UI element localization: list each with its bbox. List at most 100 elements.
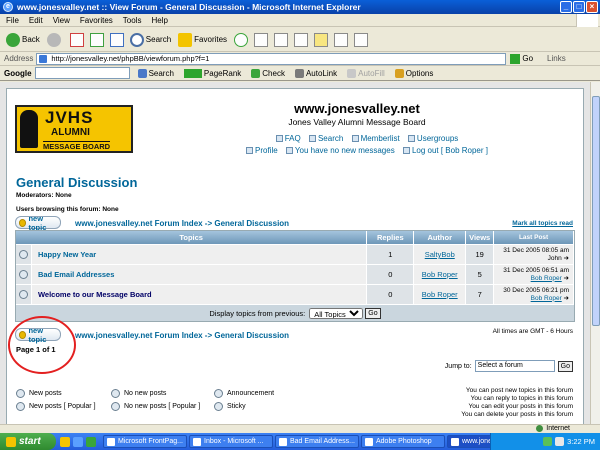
show-desktop-icon[interactable] — [60, 436, 70, 447]
new-topic-button[interactable]: new topic — [15, 214, 61, 232]
task-email[interactable]: Bad Email Address... — [275, 435, 359, 448]
start-button[interactable]: start — [0, 433, 56, 450]
display-go-button[interactable]: Go — [365, 307, 381, 319]
nav-search[interactable]: Search — [308, 134, 343, 143]
permission-line: You can edit your posts in this forum — [468, 403, 573, 410]
favorites-button[interactable]: Favorites — [178, 32, 227, 47]
pagerank-indicator[interactable]: PageRank — [183, 68, 241, 78]
folder-icon[interactable] — [314, 32, 329, 47]
topic-views: 5 — [466, 265, 495, 284]
options-button[interactable]: Options — [394, 68, 433, 78]
windows-logo-icon — [576, 14, 598, 27]
scrollbar-thumb[interactable] — [592, 96, 600, 326]
jump-label: Jump to: — [444, 362, 472, 370]
nav-faq[interactable]: FAQ — [275, 134, 301, 143]
standard-toolbar: Back Search Favorites — [0, 28, 600, 52]
stop-icon[interactable] — [69, 32, 84, 47]
windows-flag-icon — [6, 436, 16, 447]
media-icon[interactable] — [234, 32, 249, 47]
close-button[interactable]: × — [586, 1, 598, 13]
address-input[interactable]: http://jonesvalley.net/phpBB/viewforum.p… — [36, 52, 507, 65]
display-topics-select[interactable]: All Topics — [309, 307, 364, 319]
google-search-input[interactable] — [34, 67, 130, 79]
options-icon — [394, 68, 404, 78]
task-photoshop[interactable]: Adobe Photoshop — [361, 435, 445, 448]
breadcrumb-bottom[interactable]: www.jonesvalley.net Forum Index -> Gener… — [75, 331, 289, 340]
last-post-user[interactable]: John — [548, 255, 562, 262]
menu-help[interactable]: Help — [151, 16, 167, 25]
clock[interactable]: 3:22 PM — [567, 437, 595, 446]
mark-all-read-link[interactable]: Mark all topics read — [512, 220, 573, 227]
page-viewport[interactable]: JVHS ALUMNI MESSAGE BOARD www.jonesvalle… — [0, 82, 600, 424]
topic-link[interactable]: Bad Email Addresses — [31, 265, 368, 284]
topic-link[interactable]: Welcome to our Message Board — [31, 285, 368, 304]
star-icon — [178, 32, 193, 47]
google-logo[interactable]: Google — [4, 69, 32, 78]
ie-quicklaunch-icon[interactable] — [73, 436, 83, 447]
breadcrumb[interactable]: www.jonesvalley.net Forum Index -> Gener… — [75, 219, 289, 228]
autolink-icon — [294, 68, 304, 78]
topic-author-link[interactable]: Bob Roper — [414, 265, 467, 284]
check-button[interactable]: Check — [251, 68, 285, 78]
menu-tools[interactable]: Tools — [123, 16, 142, 25]
edit-icon[interactable] — [294, 32, 309, 47]
topic-author-link[interactable]: SaltyBob — [414, 245, 467, 264]
internet-zone-icon — [536, 425, 544, 432]
minimize-button[interactable]: _ — [560, 1, 572, 13]
menu-view[interactable]: View — [53, 16, 70, 25]
jump-to-forum: Jump to: Select a forum Go — [445, 360, 573, 372]
links-button[interactable]: Links — [547, 54, 566, 63]
media-quicklaunch-icon[interactable] — [86, 436, 96, 447]
nav-logout[interactable]: Log out [ Bob Roper ] — [402, 146, 488, 155]
topic-author-link[interactable]: Bob Roper — [414, 285, 467, 304]
tray-volume-icon[interactable] — [555, 437, 565, 446]
forward-button[interactable] — [46, 32, 63, 47]
col-views: Views — [466, 231, 495, 244]
mail-icon[interactable] — [254, 32, 269, 47]
autolink-button[interactable]: AutoLink — [294, 68, 337, 78]
back-button[interactable]: Back — [6, 32, 40, 47]
refresh-icon[interactable] — [89, 32, 104, 47]
google-search-button[interactable]: Search — [137, 68, 174, 78]
home-icon[interactable] — [109, 32, 124, 47]
forum-title[interactable]: General Discussion — [16, 175, 137, 190]
view-latest-post-icon[interactable]: ➜ — [564, 255, 569, 262]
vertical-scrollbar[interactable] — [590, 82, 600, 424]
view-latest-post-icon[interactable]: ➜ — [564, 275, 569, 282]
task-frontpage[interactable]: Microsoft FrontPag... — [103, 435, 187, 448]
last-post-user[interactable]: Bob Roper — [531, 275, 562, 282]
menu-edit[interactable]: Edit — [29, 16, 43, 25]
task-outlook[interactable]: Inbox - Microsoft ... — [189, 435, 273, 448]
topic-replies: 0 — [367, 285, 415, 304]
legend-new-posts: New posts — [16, 389, 62, 398]
topic-views: 19 — [466, 245, 495, 264]
site-title: www.jonesvalley.net — [294, 101, 420, 116]
menu-favorites[interactable]: Favorites — [80, 16, 113, 25]
legend-new-popular: New posts [ Popular ] — [16, 402, 96, 411]
print-icon[interactable] — [274, 32, 289, 47]
view-latest-post-icon[interactable]: ➜ — [564, 295, 569, 302]
last-post-user[interactable]: Bob Roper — [531, 295, 562, 302]
search-button[interactable]: Search — [129, 32, 171, 47]
research-icon[interactable] — [354, 32, 369, 47]
maximize-button[interactable]: □ — [573, 1, 585, 13]
autofill-button[interactable]: AutoFill — [347, 68, 385, 78]
tray-network-icon[interactable] — [543, 437, 553, 446]
menu-file[interactable]: File — [6, 16, 19, 25]
nav-memberlist[interactable]: Memberlist — [351, 134, 400, 143]
go-button[interactable]: Go — [510, 53, 533, 64]
nav-profile[interactable]: Profile — [246, 146, 278, 155]
nav-messages[interactable]: You have no new messages — [285, 146, 395, 155]
last-post-date: 31 Dec 2005 06:51 am — [503, 266, 569, 274]
window-title-bar[interactable]: e www.jonesvalley.net :: View Forum - Ge… — [0, 0, 600, 14]
nav-usergroups[interactable]: Usergroups — [407, 134, 458, 143]
table-row: Welcome to our Message Board 0 Bob Roper… — [16, 285, 574, 305]
jump-go-button[interactable]: Go — [557, 360, 573, 372]
messages-icon — [285, 147, 293, 154]
messenger-icon[interactable] — [334, 32, 349, 47]
taskbar: start Microsoft FrontPag... Inbox - Micr… — [0, 433, 600, 450]
site-logo[interactable]: JVHS ALUMNI MESSAGE BOARD — [15, 105, 133, 153]
topic-link[interactable]: Happy New Year — [31, 245, 368, 264]
status-bar: Internet — [0, 424, 600, 433]
jump-select[interactable]: Select a forum — [474, 360, 555, 372]
